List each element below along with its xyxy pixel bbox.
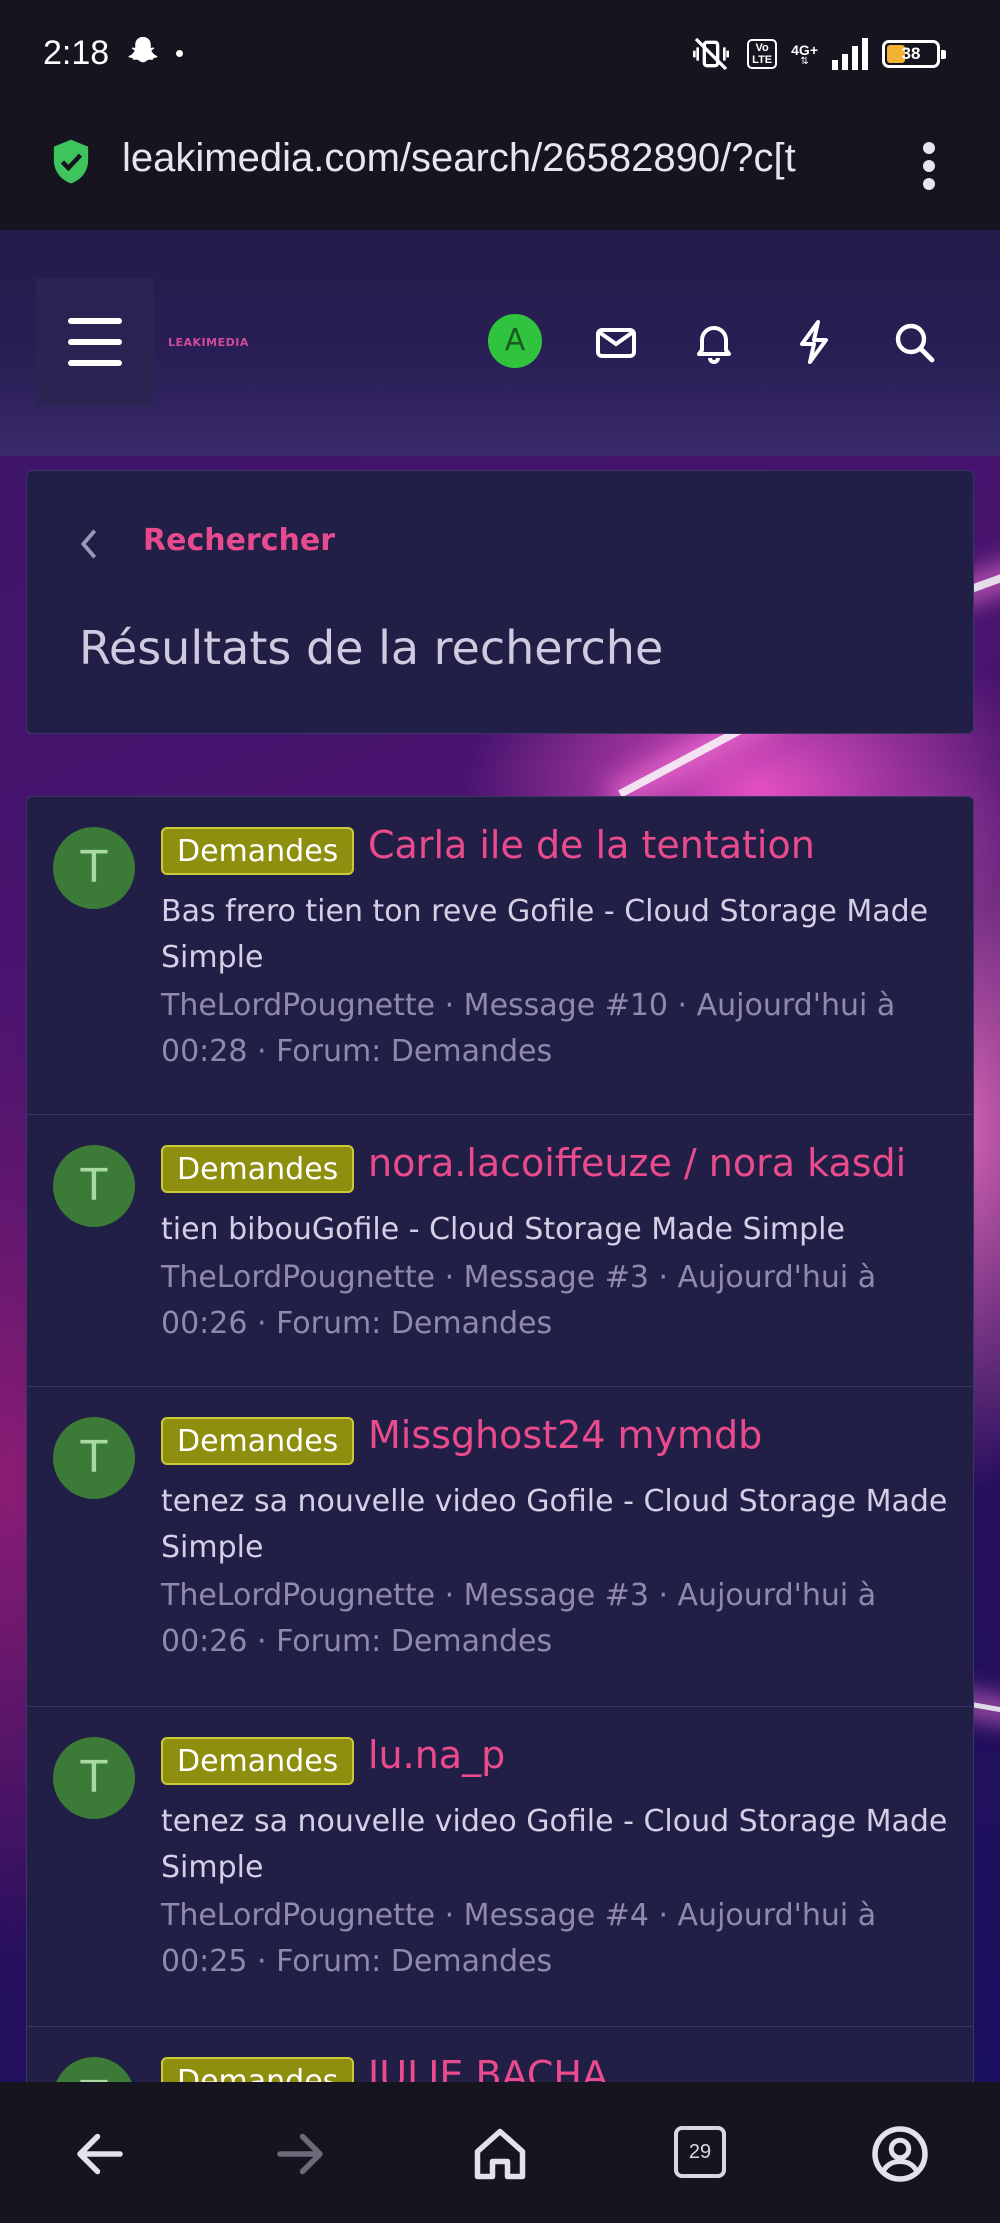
- forward-arrow-icon[interactable]: [270, 2124, 330, 2184]
- result-title[interactable]: nora.lacoiffeuze / nora kasdi: [368, 1141, 906, 1185]
- status-bar: 2:18 Vo LTE 4G+ ⇅ 38: [0, 0, 1000, 108]
- author-avatar[interactable]: T: [53, 827, 135, 909]
- forum-tag[interactable]: Demandes: [161, 827, 355, 875]
- result-snippet: tenez sa nouvelle video Gofile - Cloud S…: [161, 1804, 948, 1885]
- forum-tag[interactable]: Demandes: [161, 2057, 355, 2082]
- breadcrumb-rechercher[interactable]: Rechercher: [143, 523, 335, 558]
- result-item[interactable]: T Demandes lu.na_p tenez sa nouvelle vid…: [27, 1707, 973, 2027]
- site-logo[interactable]: LEAKIMEDIA: [168, 336, 249, 349]
- secure-shield-icon: [53, 139, 89, 184]
- url-text[interactable]: leakimedia.com/search/26582890/?c[t: [122, 136, 882, 181]
- result-item[interactable]: T Demandes nora.lacoiffeuze / nora kasdi…: [27, 1115, 973, 1387]
- author-avatar[interactable]: T: [53, 1417, 135, 1499]
- site-header: LEAKIMEDIA A: [0, 230, 1000, 456]
- hamburger-line: [68, 360, 122, 366]
- results-list: T Demandes Carla ile de la tentation Bas…: [26, 796, 974, 2082]
- result-snippet: tenez sa nouvelle video Gofile - Cloud S…: [161, 1484, 948, 1565]
- author-avatar[interactable]: T: [53, 2057, 135, 2082]
- hamburger-line: [68, 318, 122, 324]
- signal-icon: [832, 38, 868, 70]
- browser-bottom-nav: 29: [0, 2082, 1000, 2223]
- result-meta: TheLordPougnette · Message #3 · Aujourd'…: [161, 1578, 877, 1659]
- page-title: Résultats de la recherche: [79, 621, 664, 675]
- hamburger-line: [68, 339, 122, 345]
- result-snippet: tien bibouGofile - Cloud Storage Made Si…: [161, 1212, 845, 1247]
- result-meta: TheLordPougnette · Message #3 · Aujourd'…: [161, 1260, 877, 1341]
- result-meta: TheLordPougnette · Message #4 · Aujourd'…: [161, 1898, 877, 1979]
- snapchat-ghost-icon: [128, 36, 158, 63]
- forum-tag[interactable]: Demandes: [161, 1737, 355, 1785]
- battery-icon: 38: [882, 40, 946, 68]
- result-snippet: Bas frero tien ton reve Gofile - Cloud S…: [161, 894, 929, 975]
- url-fade: [840, 128, 890, 198]
- bell-icon[interactable]: [690, 318, 738, 366]
- result-item[interactable]: T Demandes Carla ile de la tentation Bas…: [27, 797, 973, 1115]
- page-viewport: LEAKIMEDIA A Rechercher Résultats de la …: [0, 230, 1000, 2082]
- data-arrows-icon: ⇅: [800, 56, 809, 67]
- search-header-card: Rechercher Résultats de la recherche: [26, 470, 974, 734]
- account-icon[interactable]: [870, 2124, 930, 2184]
- battery-cap: [941, 50, 946, 59]
- envelope-icon[interactable]: [592, 318, 640, 366]
- more-options-icon[interactable]: [914, 136, 944, 196]
- result-title[interactable]: lu.na_p: [368, 1733, 505, 1777]
- notification-dot: [176, 50, 183, 57]
- author-avatar[interactable]: T: [53, 1145, 135, 1227]
- browser-url-bar[interactable]: leakimedia.com/search/26582890/?c[t: [0, 108, 1000, 230]
- result-title[interactable]: JULIE BACHA: [368, 2053, 608, 2082]
- forum-tag[interactable]: Demandes: [161, 1417, 355, 1465]
- lightning-icon[interactable]: [790, 318, 838, 366]
- battery-percent: 38: [901, 44, 921, 63]
- chevron-left-icon[interactable]: [79, 527, 99, 561]
- user-avatar[interactable]: A: [488, 314, 542, 368]
- menu-button[interactable]: [36, 278, 154, 406]
- tabs-count-button[interactable]: 29: [674, 2126, 726, 2178]
- author-avatar[interactable]: T: [53, 1737, 135, 1819]
- back-arrow-icon[interactable]: [70, 2124, 130, 2184]
- volte-badge: Vo LTE: [747, 39, 778, 69]
- result-item[interactable]: T Demandes Missghost24 mymdb tenez sa no…: [27, 1387, 973, 1707]
- vibrate-off-icon: [693, 37, 730, 71]
- result-title[interactable]: Carla ile de la tentation: [368, 823, 815, 867]
- network-indicator: 4G+ ⇅: [791, 42, 818, 67]
- home-icon[interactable]: [470, 2124, 530, 2184]
- forum-tag[interactable]: Demandes: [161, 1145, 355, 1193]
- result-item[interactable]: T Demandes JULIE BACHA: [27, 2027, 973, 2082]
- status-icons: Vo LTE 4G+ ⇅ 38: [689, 34, 946, 74]
- status-time: 2:18: [43, 34, 110, 72]
- search-icon[interactable]: [890, 318, 938, 366]
- result-meta: TheLordPougnette · Message #10 · Aujourd…: [161, 988, 896, 1069]
- result-title[interactable]: Missghost24 mymdb: [368, 1413, 762, 1457]
